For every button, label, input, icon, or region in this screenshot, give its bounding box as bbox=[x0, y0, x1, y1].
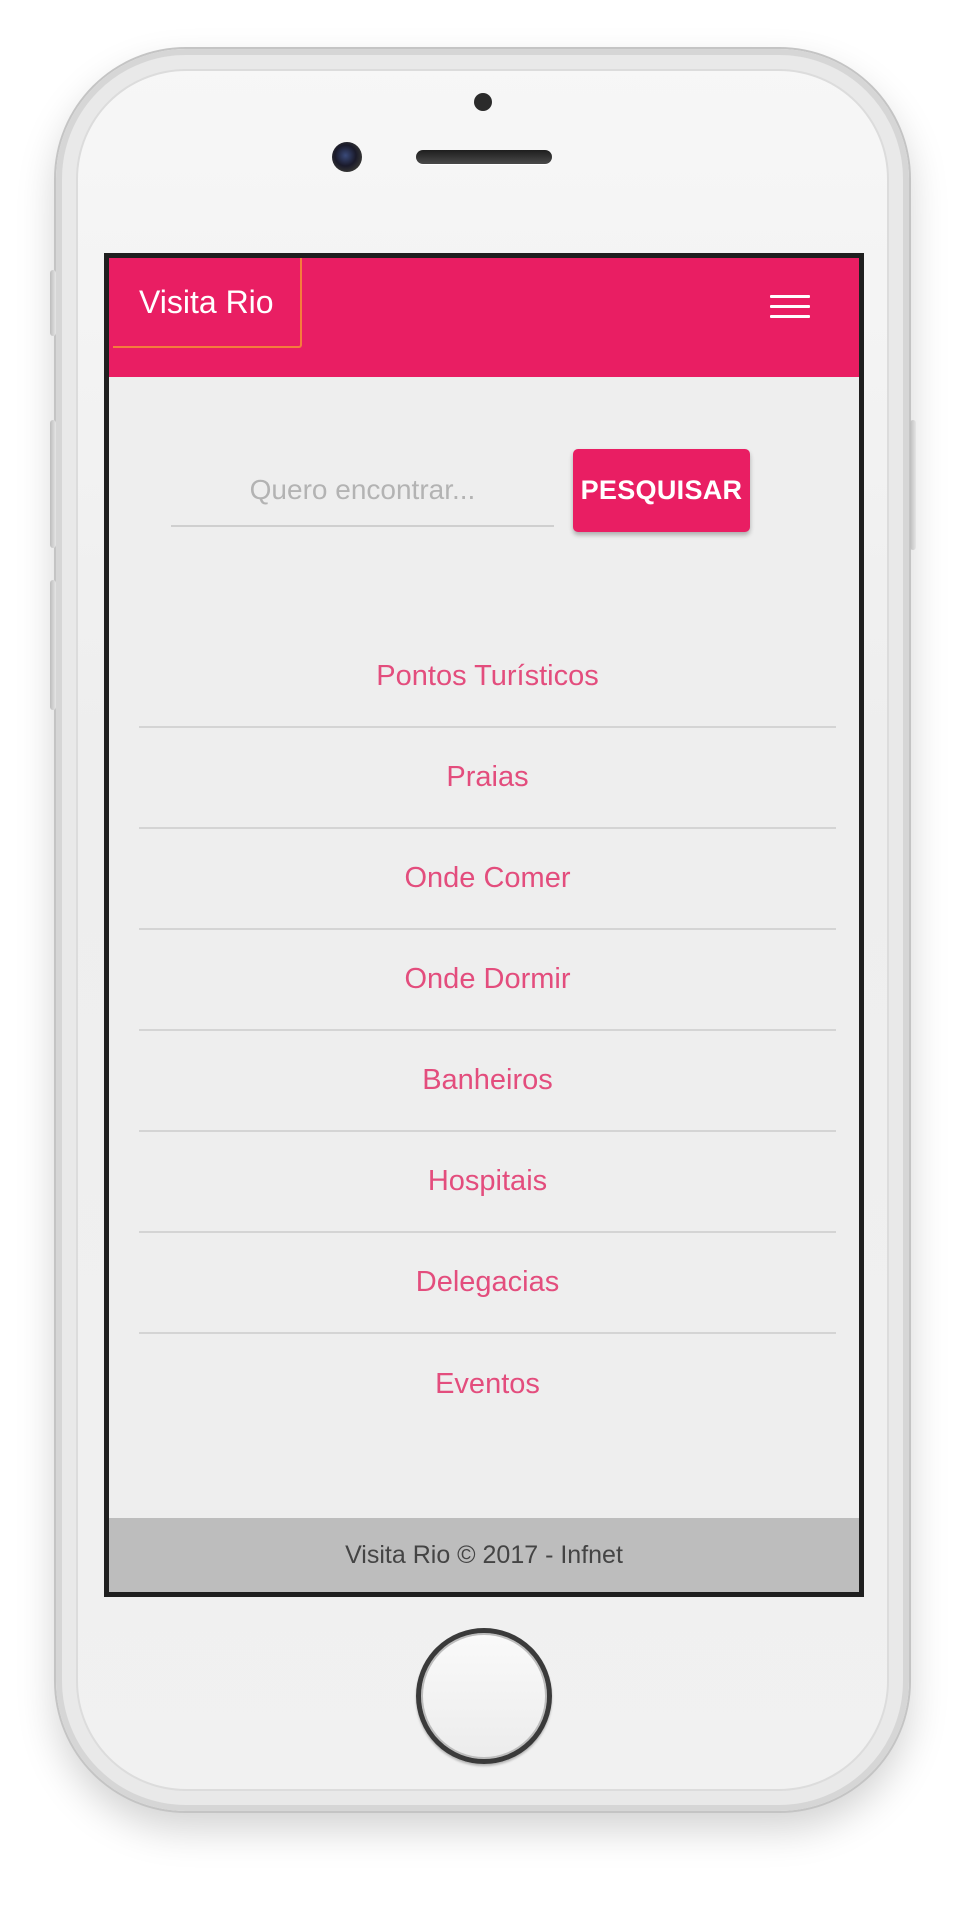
phone-mute-switch bbox=[50, 270, 56, 336]
navbar: Visita Rio bbox=[109, 258, 859, 377]
search-button[interactable]: PESQUISAR bbox=[573, 449, 750, 532]
phone-power-button bbox=[910, 420, 916, 550]
phone-speaker-icon bbox=[416, 150, 552, 164]
menu-item-eventos[interactable]: Eventos bbox=[139, 1334, 836, 1435]
menu-item-delegacias[interactable]: Delegacias bbox=[139, 1233, 836, 1334]
phone-home-button[interactable] bbox=[416, 1628, 552, 1764]
footer: Visita Rio © 2017 - Infnet bbox=[109, 1518, 859, 1592]
phone-sensor-icon bbox=[474, 93, 492, 111]
menu-item-praias[interactable]: Praias bbox=[139, 728, 836, 829]
app-screen: Visita Rio PESQUISAR Pontos Turísticos P… bbox=[104, 253, 864, 1597]
menu-list: Pontos Turísticos Praias Onde Comer Onde… bbox=[139, 627, 836, 1435]
phone-volume-down-button bbox=[50, 580, 56, 710]
menu-item-pontos-turisticos[interactable]: Pontos Turísticos bbox=[139, 627, 836, 728]
menu-item-hospitais[interactable]: Hospitais bbox=[139, 1132, 836, 1233]
hamburger-menu-icon[interactable] bbox=[770, 290, 812, 322]
phone-volume-up-button bbox=[50, 420, 56, 548]
menu-item-banheiros[interactable]: Banheiros bbox=[139, 1031, 836, 1132]
search-input[interactable] bbox=[171, 455, 554, 527]
menu-item-onde-comer[interactable]: Onde Comer bbox=[139, 829, 836, 930]
phone-camera-icon bbox=[332, 142, 362, 172]
menu-item-onde-dormir[interactable]: Onde Dormir bbox=[139, 930, 836, 1031]
navbar-brand[interactable]: Visita Rio bbox=[113, 258, 302, 348]
